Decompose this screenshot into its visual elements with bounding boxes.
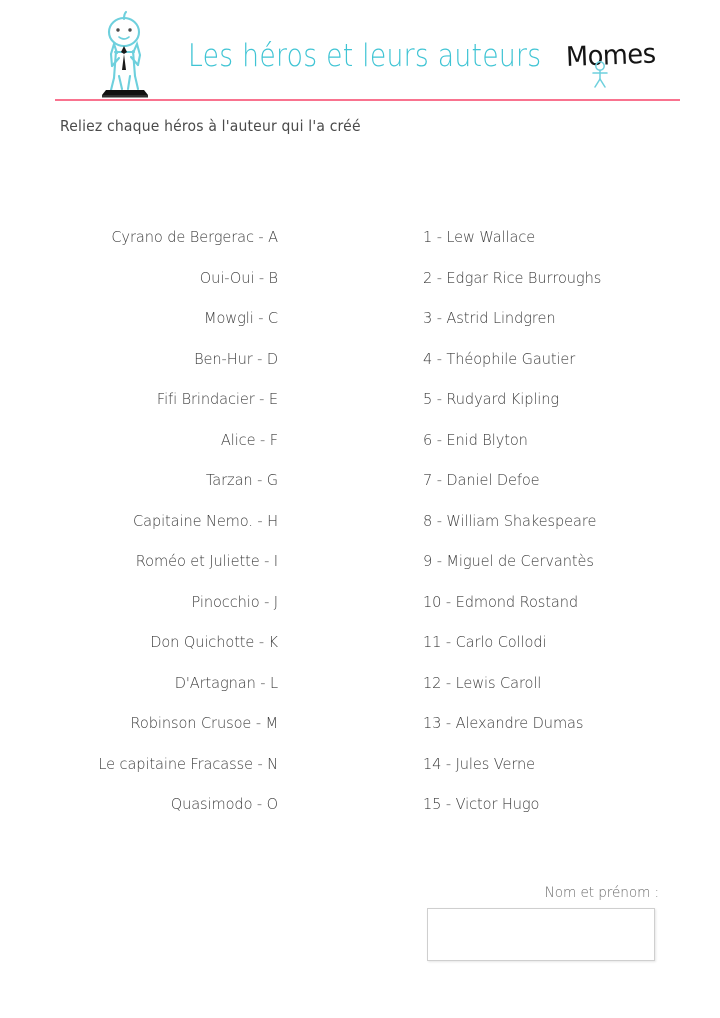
name-input[interactable] — [428, 909, 654, 960]
hero-item[interactable]: Don Quichotte - K — [54, 633, 278, 651]
match-row: Cyrano de Bergerac - A 1 - Lew Wallace — [0, 228, 720, 269]
match-row: Capitaine Nemo. - H 8 - William Shakespea… — [0, 512, 720, 553]
author-item[interactable]: 11 - Carlo Collodi — [423, 633, 686, 651]
author-item[interactable]: 3 - Astrid Lindgren — [423, 309, 686, 327]
match-row: Roméo et Juliette - I 9 - Miguel de Cerva… — [0, 552, 720, 593]
hero-item[interactable]: Oui-Oui - B — [54, 269, 278, 287]
match-row: Le capitaine Fracasse - N 14 - Jules Vern… — [0, 755, 720, 796]
name-field-group: Nom et prénom : — [427, 885, 659, 961]
author-item[interactable]: 2 - Edgar Rice Burroughs — [423, 269, 686, 287]
author-item[interactable]: 13 - Alexandre Dumas — [423, 714, 686, 732]
hero-item[interactable]: Le capitaine Fracasse - N — [54, 755, 278, 773]
name-field-label: Nom et prénom : — [544, 885, 659, 901]
author-item[interactable]: 1 - Lew Wallace — [423, 228, 686, 246]
hero-item[interactable]: Robinson Crusoe - M — [54, 714, 279, 732]
hero-item[interactable]: Roméo et Juliette - I — [54, 552, 278, 570]
page-title: Les héros et leurs auteurs — [188, 38, 542, 74]
hero-item[interactable]: Tarzan - G — [54, 471, 278, 489]
hero-item[interactable]: Quasimodo - O — [54, 795, 278, 813]
author-item[interactable]: 12 - Lewis Caroll — [423, 674, 686, 692]
hero-item[interactable]: Alice - F — [54, 431, 278, 449]
name-field-box[interactable] — [427, 908, 655, 961]
hero-item[interactable]: Capitaine Nemo. - H — [54, 512, 278, 530]
hero-item[interactable]: Ben-Hur - D — [54, 350, 278, 368]
match-row: Don Quichotte - K 11 - Carlo Collodi — [0, 633, 720, 674]
header-divider — [55, 99, 680, 101]
match-row: Tarzan - G 7 - Daniel Defoe — [0, 471, 720, 512]
boy-on-book-icon — [86, 10, 164, 98]
momes-logo[interactable]: Momes — [565, 39, 658, 90]
match-row: Pinocchio - J 10 - Edmond Rostand — [0, 593, 720, 634]
author-item[interactable]: 14 - Jules Verne — [423, 755, 686, 773]
matching-exercise: Cyrano de Bergerac - A 1 - Lew Wallace Oui… — [0, 228, 720, 836]
little-person-icon — [592, 61, 608, 88]
page-header: Les héros et leurs auteurs Momes — [0, 0, 720, 101]
match-row: Alice - F 6 - Enid Blyton — [0, 431, 720, 472]
hero-item[interactable]: Mowgli - C — [54, 309, 278, 327]
author-item[interactable]: 5 - Rudyard Kipling — [423, 390, 686, 408]
author-item[interactable]: 9 - Miguel de Cervantès — [423, 552, 686, 570]
match-row: Oui-Oui - B 2 - Edgar Rice Burroughs — [0, 269, 720, 310]
author-item[interactable]: 7 - Daniel Defoe — [423, 471, 686, 489]
match-row: D'Artagnan - L 12 - Lewis Caroll — [0, 674, 720, 715]
match-row: Mowgli - C 3 - Astrid Lindgren — [0, 309, 720, 350]
hero-item[interactable]: Pinocchio - J — [54, 593, 279, 611]
match-row: Quasimodo - O 15 - Victor Hugo — [0, 795, 720, 836]
match-row: Robinson Crusoe - M 13 - Alexandre Dumas — [0, 714, 720, 755]
author-item[interactable]: 6 - Enid Blyton — [423, 431, 686, 449]
instruction-text: Reliez chaque héros à l'auteur qui l'a c… — [60, 117, 361, 135]
author-item[interactable]: 10 - Edmond Rostand — [423, 593, 686, 611]
match-row: Fifi Brindacier - E 5 - Rudyard Kipling — [0, 390, 720, 431]
match-row: Ben-Hur - D 4 - Théophile Gautier — [0, 350, 720, 391]
hero-item[interactable]: D'Artagnan - L — [54, 674, 278, 692]
author-item[interactable]: 15 - Victor Hugo — [423, 795, 686, 813]
hero-item[interactable]: Fifi Brindacier - E — [54, 390, 278, 408]
author-item[interactable]: 4 - Théophile Gautier — [423, 350, 686, 368]
hero-item[interactable]: Cyrano de Bergerac - A — [54, 228, 278, 246]
author-item[interactable]: 8 - William Shakespeare — [423, 512, 686, 530]
